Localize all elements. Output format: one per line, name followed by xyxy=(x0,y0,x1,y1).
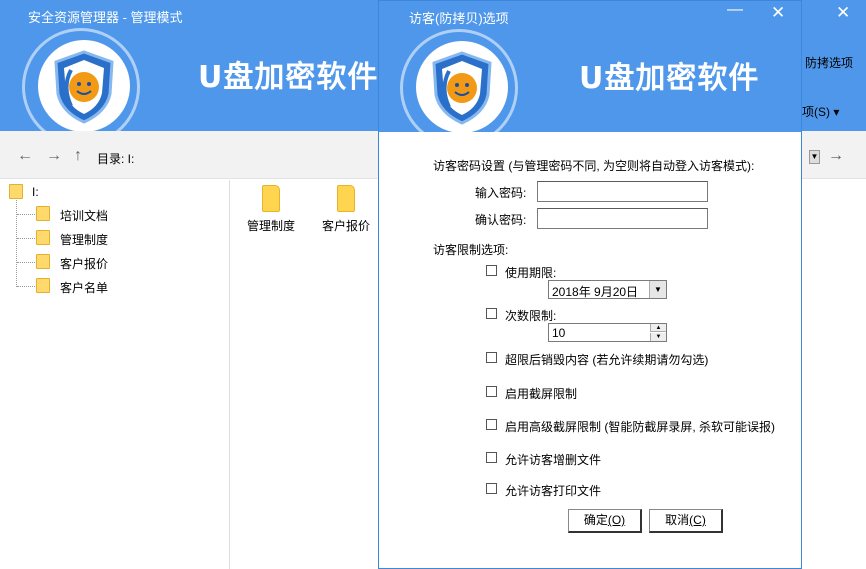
option-label: 允许访客打印文件 xyxy=(505,484,602,498)
tree-root-label[interactable]: I: xyxy=(32,185,39,199)
count-limit-label: 次数限制: xyxy=(505,309,557,323)
main-window-title: 安全资源管理器 - 管理模式 xyxy=(28,10,183,25)
close-icon[interactable]: ✕ xyxy=(836,3,850,23)
file-item[interactable]: 客户报价 xyxy=(316,185,376,234)
folder-icon xyxy=(36,278,50,293)
shield-logo-icon xyxy=(38,40,130,132)
forward-arrow-icon[interactable]: → xyxy=(46,147,62,165)
spin-down-icon[interactable]: ▼ xyxy=(650,333,666,341)
option-checkbox[interactable] xyxy=(486,386,497,397)
dialog-title: 访客(防拷贝)选项 xyxy=(409,11,509,26)
option-label: 允许访客增删文件 xyxy=(505,453,602,467)
folder-tree: I: 培训文档 管理制度 客户报价 客户名单 xyxy=(0,180,230,569)
folder-icon xyxy=(262,185,280,212)
directory-label: 目录: I: xyxy=(97,152,135,166)
shield-logo-icon xyxy=(416,41,508,133)
close-icon[interactable]: ✕ xyxy=(771,3,785,23)
ok-button[interactable]: 确定(O) xyxy=(568,509,642,533)
ok-accelerator: (O) xyxy=(607,513,626,527)
tree-item-label: 培训文档 xyxy=(60,209,109,223)
count-limit-checkbox[interactable] xyxy=(486,308,497,319)
option-checkbox[interactable] xyxy=(486,352,497,363)
confirm-password-label: 确认密码: xyxy=(475,213,527,227)
cancel-accelerator: (C) xyxy=(689,513,706,527)
guest-options-dialog: 访客(防拷贝)选项 — ✕ U盘加密软件 访客密码设置 (与管理密码不同, 为空… xyxy=(378,0,802,569)
folder-icon xyxy=(36,230,50,245)
file-item-label: 客户报价 xyxy=(321,219,370,233)
dialog-header: 访客(防拷贝)选项 — ✕ U盘加密软件 xyxy=(379,1,801,147)
option-label: 启用截屏限制 xyxy=(505,387,578,401)
folder-icon xyxy=(337,185,355,212)
use-period-checkbox[interactable] xyxy=(486,265,497,276)
password-label: 输入密码: xyxy=(475,186,527,200)
ok-button-label: 确定 xyxy=(583,513,608,527)
option-checkbox[interactable] xyxy=(486,483,497,494)
folder-icon xyxy=(9,184,23,199)
menu-fangkaobei[interactable]: 防拷选项 xyxy=(805,54,853,71)
up-arrow-icon[interactable]: ↑ xyxy=(74,147,82,165)
use-period-label: 使用期限: xyxy=(505,266,557,280)
go-arrow-icon[interactable]: → xyxy=(828,147,844,165)
date-value: 2018年 9月20日 xyxy=(552,285,639,299)
folder-icon xyxy=(36,206,50,221)
file-item-label: 管理制度 xyxy=(246,219,295,233)
tree-item-label: 客户报价 xyxy=(60,257,109,271)
cancel-button[interactable]: 取消(C) xyxy=(649,509,723,533)
option-label: 超限后销毁内容 (若允许续期请勿勾选) xyxy=(505,353,709,367)
back-arrow-icon[interactable]: ← xyxy=(17,147,33,165)
password-section-label: 访客密码设置 (与管理密码不同, 为空则将自动登入访客模式): xyxy=(433,159,755,173)
dropdown-arrow-icon[interactable]: ▼ xyxy=(649,281,666,298)
minimize-icon[interactable]: — xyxy=(727,1,743,19)
brand-title: U盘加密软件 xyxy=(198,60,379,95)
tree-item-label: 管理制度 xyxy=(60,233,109,247)
menu-options[interactable]: 项(S) ▾ xyxy=(802,103,839,120)
option-checkbox[interactable] xyxy=(486,452,497,463)
spin-up-icon[interactable]: ▲ xyxy=(650,324,666,332)
count-value: 10 xyxy=(552,326,566,340)
file-item[interactable]: 管理制度 xyxy=(241,185,301,234)
count-limit-spinner[interactable]: 10 ▲ ▼ xyxy=(548,323,667,342)
cancel-button-label: 取消 xyxy=(665,513,690,527)
option-checkbox[interactable] xyxy=(486,419,497,430)
confirm-password-input[interactable] xyxy=(537,208,708,229)
restrict-section-label: 访客限制选项: xyxy=(433,243,509,257)
folder-icon xyxy=(36,254,50,269)
brand-title: U盘加密软件 xyxy=(579,61,760,96)
tree-item-label: 客户名单 xyxy=(60,281,109,295)
option-label: 启用高级截屏限制 (智能防截屏录屏, 杀软可能误报) xyxy=(505,420,775,434)
password-input[interactable] xyxy=(537,181,708,202)
use-period-date-picker[interactable]: 2018年 9月20日 ▼ xyxy=(548,280,667,299)
directory-dropdown-icon[interactable]: ▼ xyxy=(809,150,820,164)
